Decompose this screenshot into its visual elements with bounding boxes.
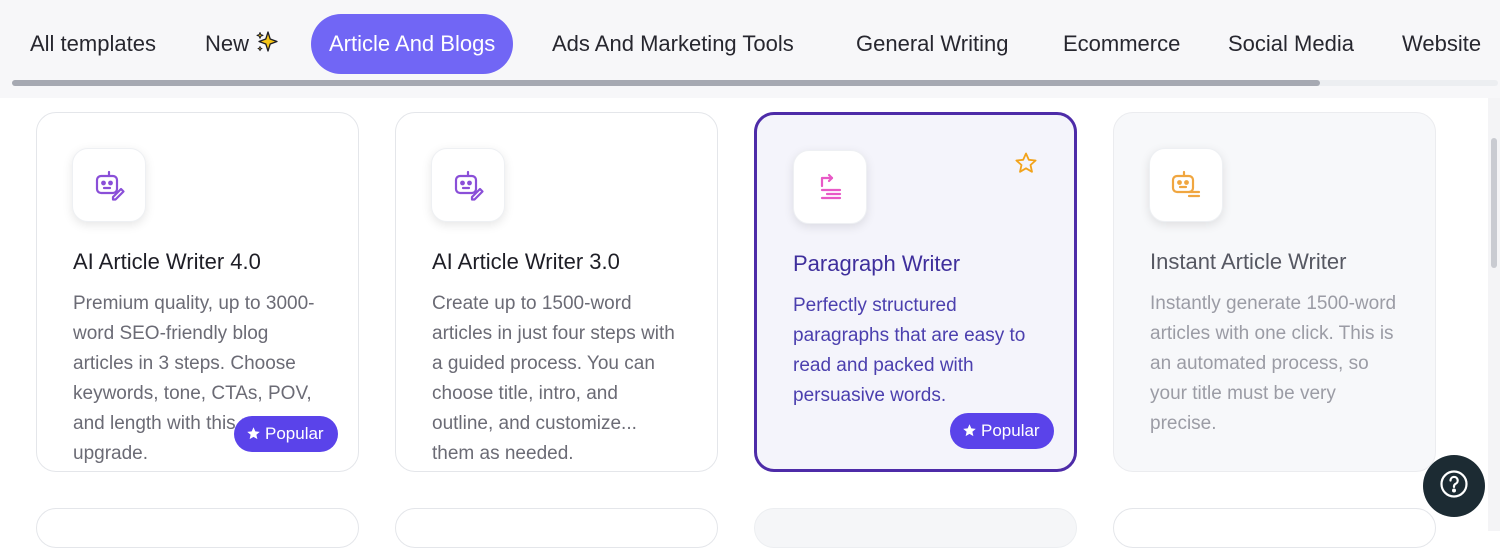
popular-badge: Popular — [950, 413, 1054, 449]
template-card[interactable] — [1113, 508, 1436, 548]
tab-ecommerce[interactable]: Ecommerce — [1045, 14, 1198, 74]
tab-website[interactable]: Website — [1384, 14, 1490, 74]
robot-pen-icon — [431, 148, 505, 222]
tab-label: Website — [1402, 31, 1482, 56]
help-button[interactable] — [1423, 455, 1485, 517]
template-card-ai-article-writer-3[interactable]: AI Article Writer 3.0 Create up to 1500-… — [395, 112, 718, 472]
tab-label: Article And Blogs — [329, 31, 496, 56]
page-scrollbar-thumb[interactable] — [1491, 138, 1497, 268]
favorite-star-icon[interactable] — [1014, 151, 1038, 175]
card-description: Instantly generate 1500-word articles wi… — [1150, 293, 1397, 434]
paragraph-export-icon — [793, 150, 867, 224]
badge-label: Popular — [981, 421, 1040, 440]
robot-pen-icon — [72, 148, 146, 222]
tab-general-writing[interactable]: General Writing — [838, 14, 1026, 74]
star-icon — [246, 418, 261, 440]
question-circle-icon — [1438, 468, 1470, 505]
card-title: AI Article Writer 4.0 — [73, 249, 261, 274]
card-description: Perfectly structured paragraphs that are… — [793, 295, 1026, 406]
tab-article-and-blogs[interactable]: Article And Blogs — [311, 14, 514, 74]
category-tabs-bar: All templates New Article And Blogs Ads … — [0, 0, 1500, 98]
tab-label: All templates — [30, 31, 156, 56]
tab-ads-and-marketing-tools[interactable]: Ads And Marketing Tools — [534, 14, 812, 74]
robot-list-icon — [1149, 148, 1223, 222]
category-tabs: All templates New Article And Blogs Ads … — [0, 14, 1490, 76]
template-card[interactable] — [36, 508, 359, 548]
badge-label: Popular — [265, 424, 324, 443]
popular-badge: Popular — [234, 416, 338, 452]
tab-label: General Writing — [856, 31, 1009, 56]
template-card-instant-article-writer[interactable]: Instant Article Writer Instantly generat… — [1113, 112, 1436, 472]
tab-social-media[interactable]: Social Media — [1210, 14, 1372, 74]
card-title: AI Article Writer 3.0 — [432, 249, 620, 274]
template-card[interactable] — [395, 508, 718, 548]
sparkle-icon — [255, 17, 279, 52]
tabs-horizontal-scrollbar[interactable] — [12, 80, 1498, 86]
tab-all-templates[interactable]: All templates — [12, 14, 174, 74]
tab-label: Ecommerce — [1063, 31, 1181, 56]
template-card[interactable] — [754, 508, 1077, 548]
page-vertical-scrollbar[interactable] — [1488, 98, 1500, 531]
tab-label: Social Media — [1228, 31, 1354, 56]
tab-label: New — [205, 31, 250, 56]
star-icon — [962, 415, 977, 437]
card-title: Instant Article Writer — [1150, 249, 1347, 274]
card-title: Paragraph Writer — [793, 251, 961, 276]
card-description: Create up to 1500-word articles in just … — [432, 293, 675, 464]
tabs-scrollbar-thumb[interactable] — [12, 80, 1320, 86]
template-card-paragraph-writer[interactable]: Paragraph Writer Perfectly structured pa… — [754, 112, 1077, 472]
tab-new[interactable]: New — [187, 14, 297, 74]
tab-label: Ads And Marketing Tools — [552, 31, 794, 56]
